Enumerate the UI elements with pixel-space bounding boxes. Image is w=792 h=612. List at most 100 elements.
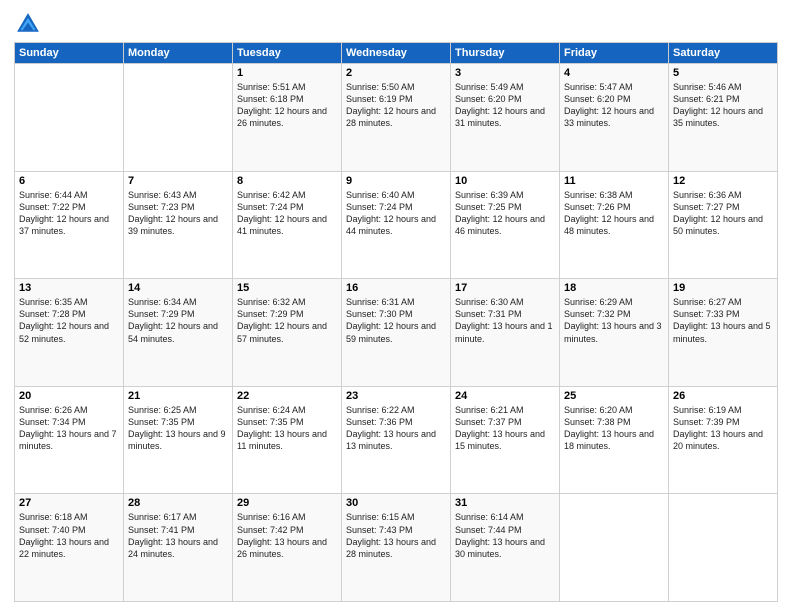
day-content: Sunrise: 5:50 AM Sunset: 6:19 PM Dayligh… bbox=[346, 81, 446, 130]
day-content: Sunrise: 6:44 AM Sunset: 7:22 PM Dayligh… bbox=[19, 189, 119, 238]
calendar-cell: 9 Sunrise: 6:40 AM Sunset: 7:24 PM Daylig… bbox=[342, 171, 451, 279]
day-content: Sunrise: 6:30 AM Sunset: 7:31 PM Dayligh… bbox=[455, 296, 555, 345]
day-number: 19 bbox=[673, 282, 773, 294]
calendar-cell: 12 Sunrise: 6:36 AM Sunset: 7:27 PM Dayli… bbox=[669, 171, 778, 279]
calendar-week-2: 6 Sunrise: 6:44 AM Sunset: 7:22 PM Daylig… bbox=[15, 171, 778, 279]
day-number: 25 bbox=[564, 390, 664, 402]
calendar-cell bbox=[669, 494, 778, 602]
logo bbox=[14, 10, 46, 38]
day-content: Sunrise: 6:20 AM Sunset: 7:38 PM Dayligh… bbox=[564, 404, 664, 453]
day-content: Sunrise: 6:35 AM Sunset: 7:28 PM Dayligh… bbox=[19, 296, 119, 345]
calendar-table: SundayMondayTuesdayWednesdayThursdayFrid… bbox=[14, 42, 778, 602]
day-number: 24 bbox=[455, 390, 555, 402]
day-content: Sunrise: 6:18 AM Sunset: 7:40 PM Dayligh… bbox=[19, 511, 119, 560]
weekday-header-friday: Friday bbox=[560, 43, 669, 64]
day-number: 22 bbox=[237, 390, 337, 402]
calendar-cell: 19 Sunrise: 6:27 AM Sunset: 7:33 PM Dayli… bbox=[669, 279, 778, 387]
day-number: 1 bbox=[237, 67, 337, 79]
day-content: Sunrise: 6:43 AM Sunset: 7:23 PM Dayligh… bbox=[128, 189, 228, 238]
weekday-header-sunday: Sunday bbox=[15, 43, 124, 64]
day-number: 17 bbox=[455, 282, 555, 294]
weekday-header-saturday: Saturday bbox=[669, 43, 778, 64]
calendar-week-5: 27 Sunrise: 6:18 AM Sunset: 7:40 PM Dayli… bbox=[15, 494, 778, 602]
calendar-cell: 23Sunrise: 6:22 AM Sunset: 7:36 PM Dayli… bbox=[342, 386, 451, 494]
day-number: 16 bbox=[346, 282, 446, 294]
day-number: 4 bbox=[564, 67, 664, 79]
calendar-cell: 25 Sunrise: 6:20 AM Sunset: 7:38 PM Dayli… bbox=[560, 386, 669, 494]
day-content: Sunrise: 6:34 AM Sunset: 7:29 PM Dayligh… bbox=[128, 296, 228, 345]
calendar-cell: 29 Sunrise: 6:16 AM Sunset: 7:42 PM Dayli… bbox=[233, 494, 342, 602]
weekday-header-tuesday: Tuesday bbox=[233, 43, 342, 64]
weekday-header-wednesday: Wednesday bbox=[342, 43, 451, 64]
calendar-cell bbox=[560, 494, 669, 602]
day-content: Sunrise: 5:47 AM Sunset: 6:20 PM Dayligh… bbox=[564, 81, 664, 130]
logo-icon bbox=[14, 10, 42, 38]
header bbox=[14, 10, 778, 38]
day-number: 21 bbox=[128, 390, 228, 402]
calendar-week-1: 1 Sunrise: 5:51 AM Sunset: 6:18 PM Daylig… bbox=[15, 64, 778, 172]
calendar-cell: 2 Sunrise: 5:50 AM Sunset: 6:19 PM Daylig… bbox=[342, 64, 451, 172]
day-number: 5 bbox=[673, 67, 773, 79]
day-number: 29 bbox=[237, 497, 337, 509]
calendar-cell: 13Sunrise: 6:35 AM Sunset: 7:28 PM Dayli… bbox=[15, 279, 124, 387]
day-content: Sunrise: 5:51 AM Sunset: 6:18 PM Dayligh… bbox=[237, 81, 337, 130]
calendar-cell: 10 Sunrise: 6:39 AM Sunset: 7:25 PM Dayli… bbox=[451, 171, 560, 279]
calendar-cell: 30 Sunrise: 6:15 AM Sunset: 7:43 PM Dayli… bbox=[342, 494, 451, 602]
calendar-cell: 22 Sunrise: 6:24 AM Sunset: 7:35 PM Dayli… bbox=[233, 386, 342, 494]
day-content: Sunrise: 6:36 AM Sunset: 7:27 PM Dayligh… bbox=[673, 189, 773, 238]
day-content: Sunrise: 6:16 AM Sunset: 7:42 PM Dayligh… bbox=[237, 511, 337, 560]
day-number: 7 bbox=[128, 175, 228, 187]
calendar-cell: 18 Sunrise: 6:29 AM Sunset: 7:32 PM Dayli… bbox=[560, 279, 669, 387]
day-content: Sunrise: 6:29 AM Sunset: 7:32 PM Dayligh… bbox=[564, 296, 664, 345]
calendar-cell: 26Sunrise: 6:19 AM Sunset: 7:39 PM Dayli… bbox=[669, 386, 778, 494]
page: SundayMondayTuesdayWednesdayThursdayFrid… bbox=[0, 0, 792, 612]
day-content: Sunrise: 6:38 AM Sunset: 7:26 PM Dayligh… bbox=[564, 189, 664, 238]
day-content: Sunrise: 6:40 AM Sunset: 7:24 PM Dayligh… bbox=[346, 189, 446, 238]
day-number: 6 bbox=[19, 175, 119, 187]
calendar-cell: 3Sunrise: 5:49 AM Sunset: 6:20 PM Daylig… bbox=[451, 64, 560, 172]
calendar-cell: 21 Sunrise: 6:25 AM Sunset: 7:35 PM Dayli… bbox=[124, 386, 233, 494]
day-content: Sunrise: 6:14 AM Sunset: 7:44 PM Dayligh… bbox=[455, 511, 555, 560]
day-number: 10 bbox=[455, 175, 555, 187]
day-number: 18 bbox=[564, 282, 664, 294]
calendar-cell: 14Sunrise: 6:34 AM Sunset: 7:29 PM Dayli… bbox=[124, 279, 233, 387]
day-content: Sunrise: 6:19 AM Sunset: 7:39 PM Dayligh… bbox=[673, 404, 773, 453]
day-number: 8 bbox=[237, 175, 337, 187]
weekday-header-row: SundayMondayTuesdayWednesdayThursdayFrid… bbox=[15, 43, 778, 64]
day-number: 28 bbox=[128, 497, 228, 509]
calendar-cell: 28 Sunrise: 6:17 AM Sunset: 7:41 PM Dayli… bbox=[124, 494, 233, 602]
day-number: 31 bbox=[455, 497, 555, 509]
day-number: 27 bbox=[19, 497, 119, 509]
day-number: 23 bbox=[346, 390, 446, 402]
day-content: Sunrise: 6:15 AM Sunset: 7:43 PM Dayligh… bbox=[346, 511, 446, 560]
day-content: Sunrise: 6:42 AM Sunset: 7:24 PM Dayligh… bbox=[237, 189, 337, 238]
calendar-cell: 16 Sunrise: 6:31 AM Sunset: 7:30 PM Dayli… bbox=[342, 279, 451, 387]
calendar-cell: 5 Sunrise: 5:46 AM Sunset: 6:21 PM Daylig… bbox=[669, 64, 778, 172]
day-content: Sunrise: 6:26 AM Sunset: 7:34 PM Dayligh… bbox=[19, 404, 119, 453]
calendar-cell: 27 Sunrise: 6:18 AM Sunset: 7:40 PM Dayli… bbox=[15, 494, 124, 602]
day-content: Sunrise: 6:31 AM Sunset: 7:30 PM Dayligh… bbox=[346, 296, 446, 345]
day-content: Sunrise: 6:17 AM Sunset: 7:41 PM Dayligh… bbox=[128, 511, 228, 560]
calendar-week-3: 13Sunrise: 6:35 AM Sunset: 7:28 PM Dayli… bbox=[15, 279, 778, 387]
calendar-week-4: 20Sunrise: 6:26 AM Sunset: 7:34 PM Dayli… bbox=[15, 386, 778, 494]
calendar-cell bbox=[15, 64, 124, 172]
calendar-cell: 20Sunrise: 6:26 AM Sunset: 7:34 PM Dayli… bbox=[15, 386, 124, 494]
day-content: Sunrise: 6:21 AM Sunset: 7:37 PM Dayligh… bbox=[455, 404, 555, 453]
day-content: Sunrise: 6:39 AM Sunset: 7:25 PM Dayligh… bbox=[455, 189, 555, 238]
day-number: 12 bbox=[673, 175, 773, 187]
calendar-cell: 7 Sunrise: 6:43 AM Sunset: 7:23 PM Daylig… bbox=[124, 171, 233, 279]
day-content: Sunrise: 6:25 AM Sunset: 7:35 PM Dayligh… bbox=[128, 404, 228, 453]
day-content: Sunrise: 5:46 AM Sunset: 6:21 PM Dayligh… bbox=[673, 81, 773, 130]
calendar-cell: 31 Sunrise: 6:14 AM Sunset: 7:44 PM Dayli… bbox=[451, 494, 560, 602]
calendar-cell: 11Sunrise: 6:38 AM Sunset: 7:26 PM Dayli… bbox=[560, 171, 669, 279]
day-number: 2 bbox=[346, 67, 446, 79]
day-content: Sunrise: 6:27 AM Sunset: 7:33 PM Dayligh… bbox=[673, 296, 773, 345]
day-content: Sunrise: 6:24 AM Sunset: 7:35 PM Dayligh… bbox=[237, 404, 337, 453]
day-number: 9 bbox=[346, 175, 446, 187]
day-number: 30 bbox=[346, 497, 446, 509]
day-content: Sunrise: 6:32 AM Sunset: 7:29 PM Dayligh… bbox=[237, 296, 337, 345]
day-number: 3 bbox=[455, 67, 555, 79]
calendar-cell: 17 Sunrise: 6:30 AM Sunset: 7:31 PM Dayli… bbox=[451, 279, 560, 387]
calendar-cell bbox=[124, 64, 233, 172]
calendar-cell: 4 Sunrise: 5:47 AM Sunset: 6:20 PM Daylig… bbox=[560, 64, 669, 172]
